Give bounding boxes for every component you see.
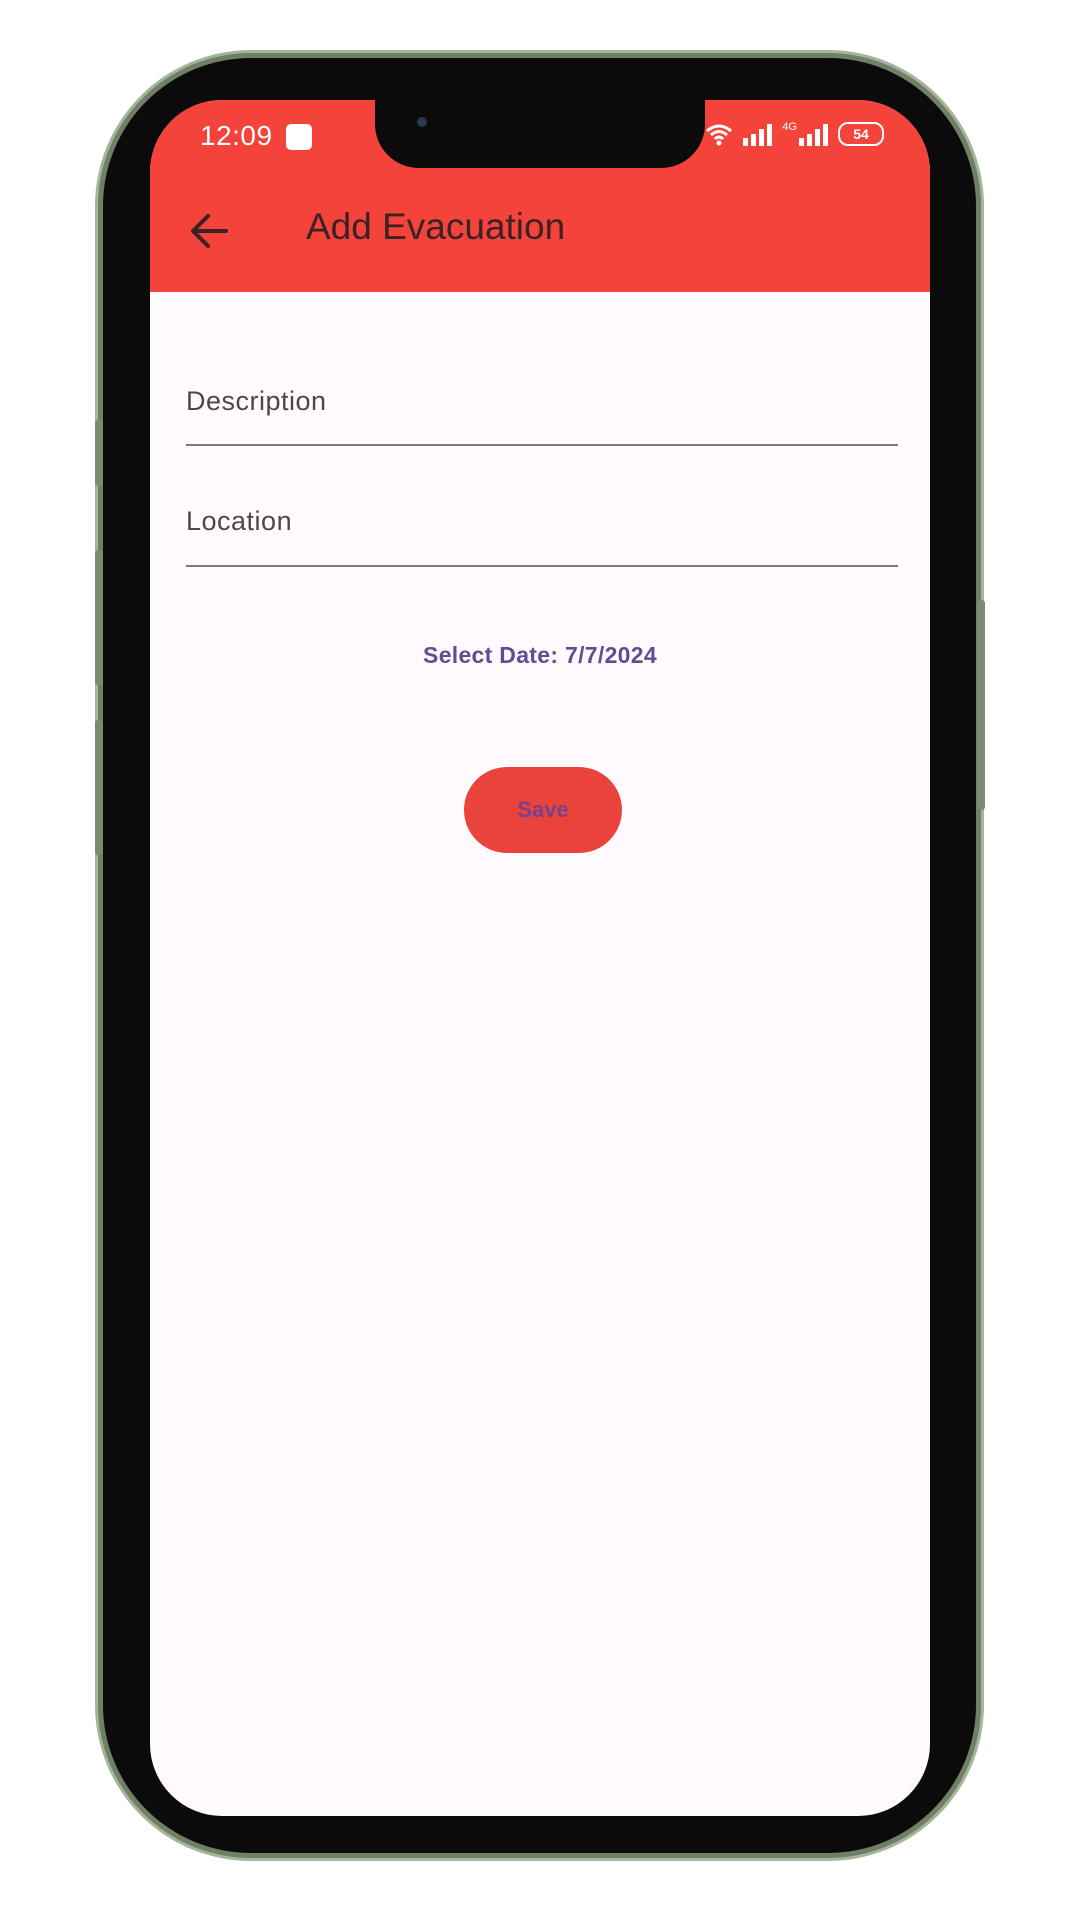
mute-switch	[95, 420, 103, 486]
save-button[interactable]: Save	[464, 767, 622, 853]
status-time: 12:09	[200, 120, 273, 151]
volume-up-button	[95, 550, 103, 685]
select-date-button[interactable]: Select Date: 7/7/2024	[150, 642, 930, 669]
camera-icon	[417, 117, 427, 127]
status-icons: 4G 54	[705, 122, 884, 146]
power-button	[977, 600, 985, 810]
location-field[interactable]: Location	[186, 500, 898, 567]
notification-icon	[286, 124, 312, 150]
network-type: 4G	[782, 121, 797, 133]
app-screen: 12:09 4G 54 Add Evacuation Description L…	[150, 100, 930, 1816]
battery-icon: 54	[838, 122, 884, 146]
page-title: Add Evacuation	[306, 206, 566, 247]
volume-down-button	[95, 720, 103, 855]
camera-notch	[375, 100, 705, 168]
description-field[interactable]: Description	[186, 380, 898, 446]
arrow-back-icon[interactable]	[188, 210, 230, 252]
location-label: Location	[186, 506, 293, 536]
signal-icon-2	[799, 122, 828, 146]
app-bar: 12:09 4G 54 Add Evacuation	[150, 100, 930, 292]
description-label: Description	[186, 386, 327, 416]
wifi-icon	[706, 124, 733, 146]
signal-icon	[743, 122, 773, 146]
